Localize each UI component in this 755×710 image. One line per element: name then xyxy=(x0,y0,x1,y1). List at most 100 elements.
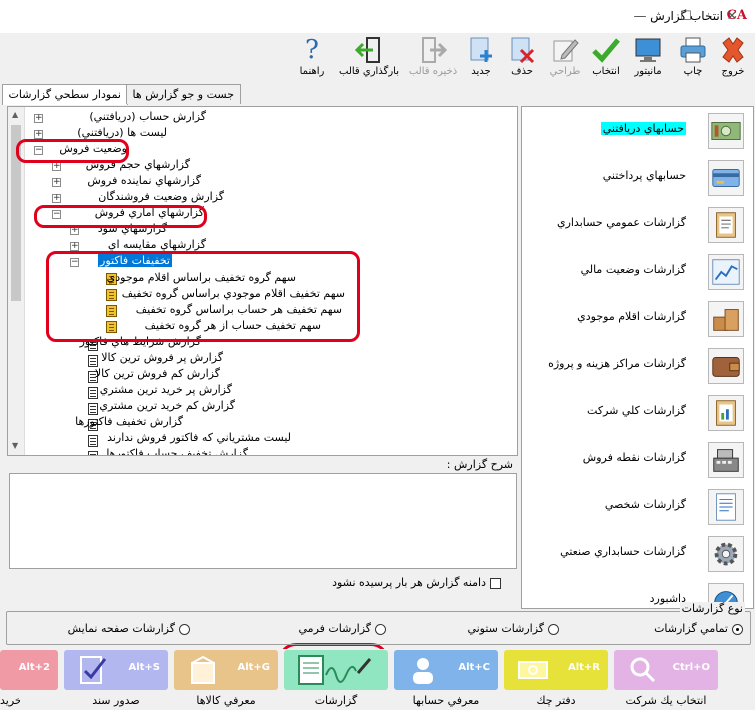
checkbook-label: دفتر چك xyxy=(536,694,576,707)
tree-scrollbar[interactable]: ▲ ▼ xyxy=(8,107,25,455)
issue-voucher-button[interactable]: Alt+S xyxy=(64,650,168,690)
category-receivables[interactable]: حسابهاي دريافتني xyxy=(522,107,753,154)
close-window-button[interactable]: ✕ xyxy=(709,0,755,33)
category-general-accounting[interactable]: گزارشات عمومي حسابداري xyxy=(522,201,753,248)
scroll-thumb[interactable] xyxy=(11,125,21,301)
tree-item[interactable]: گزارش شرايط هاي فاكتور xyxy=(80,334,201,350)
tree-item[interactable]: ليست مشترياني كه فاكتور فروش ندارند xyxy=(107,430,291,446)
radio-button[interactable] xyxy=(732,623,743,635)
tree-item[interactable]: گزارش تخفيف حساب فاكتورها xyxy=(106,446,248,455)
tree-item-invoice-discounts[interactable]: تخفيفات فاكتور xyxy=(98,253,172,269)
expand-icon[interactable]: + xyxy=(70,242,79,251)
exit-button[interactable]: خروج xyxy=(714,35,752,83)
tree-item[interactable]: سهم تخفيف حساب از هر گروه تخفيف xyxy=(145,318,321,334)
expand-icon[interactable]: + xyxy=(34,114,43,123)
gear-icon xyxy=(708,536,744,572)
tree-item-sales-statistics[interactable]: گزارشهاي اماري فروش xyxy=(95,205,204,221)
radio-all-reports[interactable]: تمامي گزارشات xyxy=(654,622,743,635)
radio-button[interactable] xyxy=(179,623,190,635)
tab-levels-chart[interactable]: نمودار سطحي گزارشات xyxy=(1,84,128,105)
tree-item[interactable]: گزارشهاي نماينده فروش xyxy=(87,173,201,189)
printer-icon xyxy=(680,37,706,63)
tree-item[interactable]: گزارش وضعيت فروشندگان xyxy=(98,189,224,205)
expand-icon[interactable]: + xyxy=(52,194,61,203)
radio-form-reports[interactable]: گزارشات فرمي xyxy=(299,622,386,635)
radio-column-reports[interactable]: گزارشات ستوني xyxy=(467,622,559,635)
save-template-icon xyxy=(422,37,448,63)
print-button[interactable]: چاپ xyxy=(676,35,710,83)
tree-item[interactable]: گزارش پر فروش ترين كالا xyxy=(101,350,223,366)
select-company-button[interactable]: Ctrl+O xyxy=(614,650,718,690)
category-company-overview[interactable]: گزارشات كلي شركت xyxy=(522,389,753,436)
tree-item[interactable]: گزارشهاي مقايسه اي xyxy=(108,237,206,253)
expand-icon[interactable]: + xyxy=(34,130,43,139)
monitor-button[interactable]: مانيتور xyxy=(626,35,670,83)
tree-item-sales-status[interactable]: وضعيت فروش xyxy=(59,141,127,157)
toolbar: خروج چاپ مانيتور انتخاب طراحي حذف جديد ذ… xyxy=(0,33,755,85)
expand-icon[interactable]: + xyxy=(52,162,61,171)
new-button[interactable]: جديد xyxy=(463,35,499,83)
report-yellow-icon xyxy=(106,321,117,333)
description-label: شرح گزارش : xyxy=(446,458,513,471)
report-tree[interactable]: ▲ ▼ + گزارش حساب (دريافتني) + ليست ها (د… xyxy=(7,106,518,456)
tree-item[interactable]: گزارشهاي حجم فروش xyxy=(86,157,190,173)
document-icon xyxy=(708,489,744,525)
reports-button[interactable] xyxy=(284,650,388,690)
purchase-button[interactable]: Alt+2 xyxy=(0,650,58,690)
report-document-icon xyxy=(88,435,98,447)
delete-document-icon xyxy=(511,37,535,64)
checkbook-button[interactable]: Alt+R xyxy=(504,650,608,690)
tree-item[interactable]: سهم گروه تخفيف براساس اقلام موجودي xyxy=(107,270,296,286)
tree-item[interactable]: گزارش كم خريد ترين مشتري xyxy=(99,398,235,414)
category-industrial-accounting[interactable]: گزارشات حسابداري صنعتي xyxy=(522,530,753,577)
radio-button[interactable] xyxy=(375,623,386,635)
maximize-button[interactable]: ☐ xyxy=(663,0,709,33)
scroll-down-icon[interactable]: ▼ xyxy=(12,441,18,450)
collapse-icon[interactable]: − xyxy=(52,210,61,219)
load-template-icon xyxy=(354,37,380,63)
category-financial-status[interactable]: گزارشات وضعيت مالي xyxy=(522,248,753,295)
radio-screen-reports[interactable]: گزارشات صفحه نمايش xyxy=(68,622,190,635)
collapse-icon[interactable]: − xyxy=(70,258,79,267)
report-yellow-icon xyxy=(106,289,117,301)
category-payables[interactable]: حسابهاي پرداختني xyxy=(522,154,753,201)
category-list: حسابهاي دريافتني حسابهاي پرداختني گزارشا… xyxy=(521,106,754,609)
tree-item[interactable]: گزارش كم فروش ترين كالا xyxy=(95,366,220,382)
checkmark-icon xyxy=(592,38,620,63)
checkbox-box[interactable] xyxy=(490,577,501,589)
tree-item[interactable]: گزارش حساب (دريافتني) xyxy=(89,109,206,125)
delete-button[interactable]: حذف xyxy=(504,35,540,83)
report-yellow-icon xyxy=(106,305,117,317)
tree-item[interactable]: سهم تخفيف هر حساب براساس گروه تخفيف xyxy=(136,302,342,318)
save-template-button[interactable]: ذخيره قالب xyxy=(408,35,458,83)
expand-icon[interactable]: + xyxy=(70,226,79,235)
tree-item[interactable]: گزارش پر خريد ترين مشتري xyxy=(100,382,232,398)
design-button[interactable]: طراحي xyxy=(546,35,584,83)
clipboard-chart-icon xyxy=(708,395,744,431)
load-template-button[interactable]: بارگذاري قالب xyxy=(334,35,404,83)
description-box[interactable] xyxy=(9,473,517,569)
report-type-title: نوع گزارشات xyxy=(679,602,745,615)
minimize-button[interactable]: — xyxy=(617,0,663,33)
define-items-button[interactable]: Alt+G xyxy=(174,650,278,690)
boxes-icon xyxy=(708,301,744,337)
tree-item[interactable]: سهم تخفيف اقلام موجودي براساس گروه تخفيف xyxy=(122,286,345,302)
help-button[interactable]: ? راهنما xyxy=(294,35,330,83)
tab-search-reports[interactable]: جست و جو گزارش ها xyxy=(125,84,241,104)
select-button[interactable]: انتخاب xyxy=(588,35,624,83)
dont-ask-range-checkbox[interactable]: دامنه گزارش هر بار پرسيده نشود xyxy=(332,576,501,589)
category-point-of-sale[interactable]: گزارشات نقطه فروش xyxy=(522,436,753,483)
tree-item[interactable]: گزارش تخفيف فاكتورها xyxy=(75,414,183,430)
category-cost-centers[interactable]: گزارشات مراكز هزينه و پروژه xyxy=(522,342,753,389)
radio-button[interactable] xyxy=(548,623,559,635)
expand-icon[interactable]: + xyxy=(52,178,61,187)
box-icon xyxy=(191,655,215,684)
tree-item[interactable]: ليست ها (دريافتني) xyxy=(77,125,167,141)
category-inventory[interactable]: گزارشات اقلام موجودي xyxy=(522,295,753,342)
collapse-icon[interactable]: − xyxy=(34,146,43,155)
category-personal[interactable]: گزارشات شخصي xyxy=(522,483,753,530)
tree-item[interactable]: گزارشهاي سود xyxy=(98,221,167,237)
scroll-up-icon[interactable]: ▲ xyxy=(12,110,18,119)
define-accounts-button[interactable]: Alt+C xyxy=(394,650,498,690)
report-document-icon xyxy=(88,387,98,399)
